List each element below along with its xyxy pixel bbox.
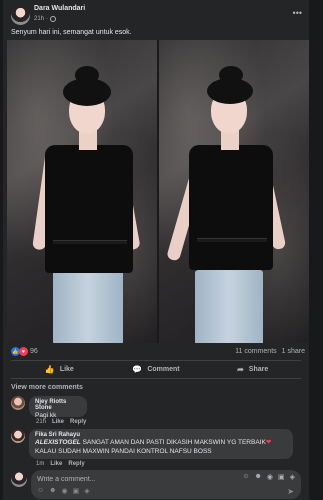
divider [11,360,301,361]
comment-highlight: ALEXISTOGEL [35,439,81,446]
post-time[interactable]: 21h [34,16,44,22]
comment-text: Pagi kk [35,412,57,419]
photo-grid [7,40,309,343]
share-count[interactable]: 1 share [282,348,305,355]
sticker-icon[interactable]: ◈ [290,473,295,481]
author-avatar[interactable] [11,6,30,25]
comment-time[interactable]: 21h [36,419,46,425]
heart-icon: ❤ [265,439,272,446]
like-button[interactable]: 👍 Like [11,362,108,376]
post-header: Dara Wulandari 21h · ••• [3,0,309,28]
tool-icon[interactable]: ◈ [84,487,89,495]
share-button[interactable]: ➦ Share [204,362,301,376]
comment-button[interactable]: 💬 Comment [108,362,205,376]
comment-meta: 1m Like Reply [36,461,85,467]
comment-bubble: Njey Riotts Stone Pagi kk [29,396,87,419]
post-stats: 11 comments 1 share [235,348,305,355]
gif-icon[interactable]: ▣ [278,473,285,481]
current-user-avatar [11,471,27,487]
post-meta: 21h · [34,16,57,22]
send-icon[interactable]: ➤ [287,487,294,496]
commenter-name[interactable]: Njey Riotts Stone [35,399,81,411]
globe-icon [50,16,57,22]
comment-like-button[interactable]: Like [50,461,62,467]
like-label: Like [59,365,74,373]
post-text: Senyum hari ini, semangat untuk esok. [11,29,132,36]
heart-icon: ♥ [19,347,28,356]
post-card: Dara Wulandari 21h · ••• Senyum hari ini… [3,0,309,500]
composer-extra-tools: ☺ ☻ ◉ ▣ ◈ [37,487,90,495]
tool-icon[interactable]: ◉ [62,487,68,495]
meta-separator: · [46,16,49,22]
avatar-sticker-icon[interactable]: ☺ [242,473,249,481]
share-label: Share [248,365,269,373]
reaction-summary: 👍 ♥ 96 11 comments 1 share [11,347,305,359]
comment-text-line2: KALAU SUDAH MAXWIN PANDAI KONTROL NAFSU … [35,448,212,455]
more-icon[interactable]: ••• [293,8,302,18]
photo-right[interactable] [159,40,309,343]
divider [11,378,301,379]
commenter-avatar[interactable] [11,429,25,443]
emoji-icon[interactable]: ☻ [255,473,262,481]
thumbs-up-icon: 👍 [44,364,55,374]
reaction-icons[interactable]: 👍 ♥ 96 [11,347,38,356]
photo-left[interactable] [7,40,157,343]
comment-bubble: Fika Sri Rahayu ALEXISTOGEL SANGAT AMAN … [29,429,293,459]
comment-label: Comment [147,365,180,373]
comment-time[interactable]: 1m [36,461,44,467]
comment-meta: 21h Like Reply [36,419,86,425]
view-more-comments-link[interactable]: View more comments [11,384,83,391]
author-name[interactable]: Dara Wulandari [34,5,85,12]
comment-composer: ☺ ☻ ◉ ▣ ◈ ☺ ☻ ◉ ▣ ◈ ➤ [31,470,301,499]
speech-bubble-icon: 💬 [132,364,143,374]
commenter-avatar[interactable] [11,396,25,410]
reaction-count[interactable]: 96 [30,348,38,355]
comment-text-line1: SANGAT AMAN DAN PASTI DIKASIH MAKSWIN YG… [82,439,266,446]
share-arrow-icon: ➦ [237,364,244,374]
comment-count[interactable]: 11 comments [235,348,277,355]
tool-icon[interactable]: ☻ [49,487,56,495]
comment-reply-button[interactable]: Reply [68,461,84,467]
action-bar: 👍 Like 💬 Comment ➦ Share [11,362,301,376]
camera-icon[interactable]: ◉ [267,473,273,481]
tool-icon[interactable]: ▣ [73,487,80,495]
composer-tools: ☺ ☻ ◉ ▣ ◈ [242,473,295,481]
comment-text: ALEXISTOGEL SANGAT AMAN DAN PASTI DIKASI… [35,438,287,447]
tool-icon[interactable]: ☺ [37,487,44,495]
comment-reply-button[interactable]: Reply [70,419,86,425]
comment-input[interactable] [37,474,237,484]
comment-like-button[interactable]: Like [52,419,64,425]
